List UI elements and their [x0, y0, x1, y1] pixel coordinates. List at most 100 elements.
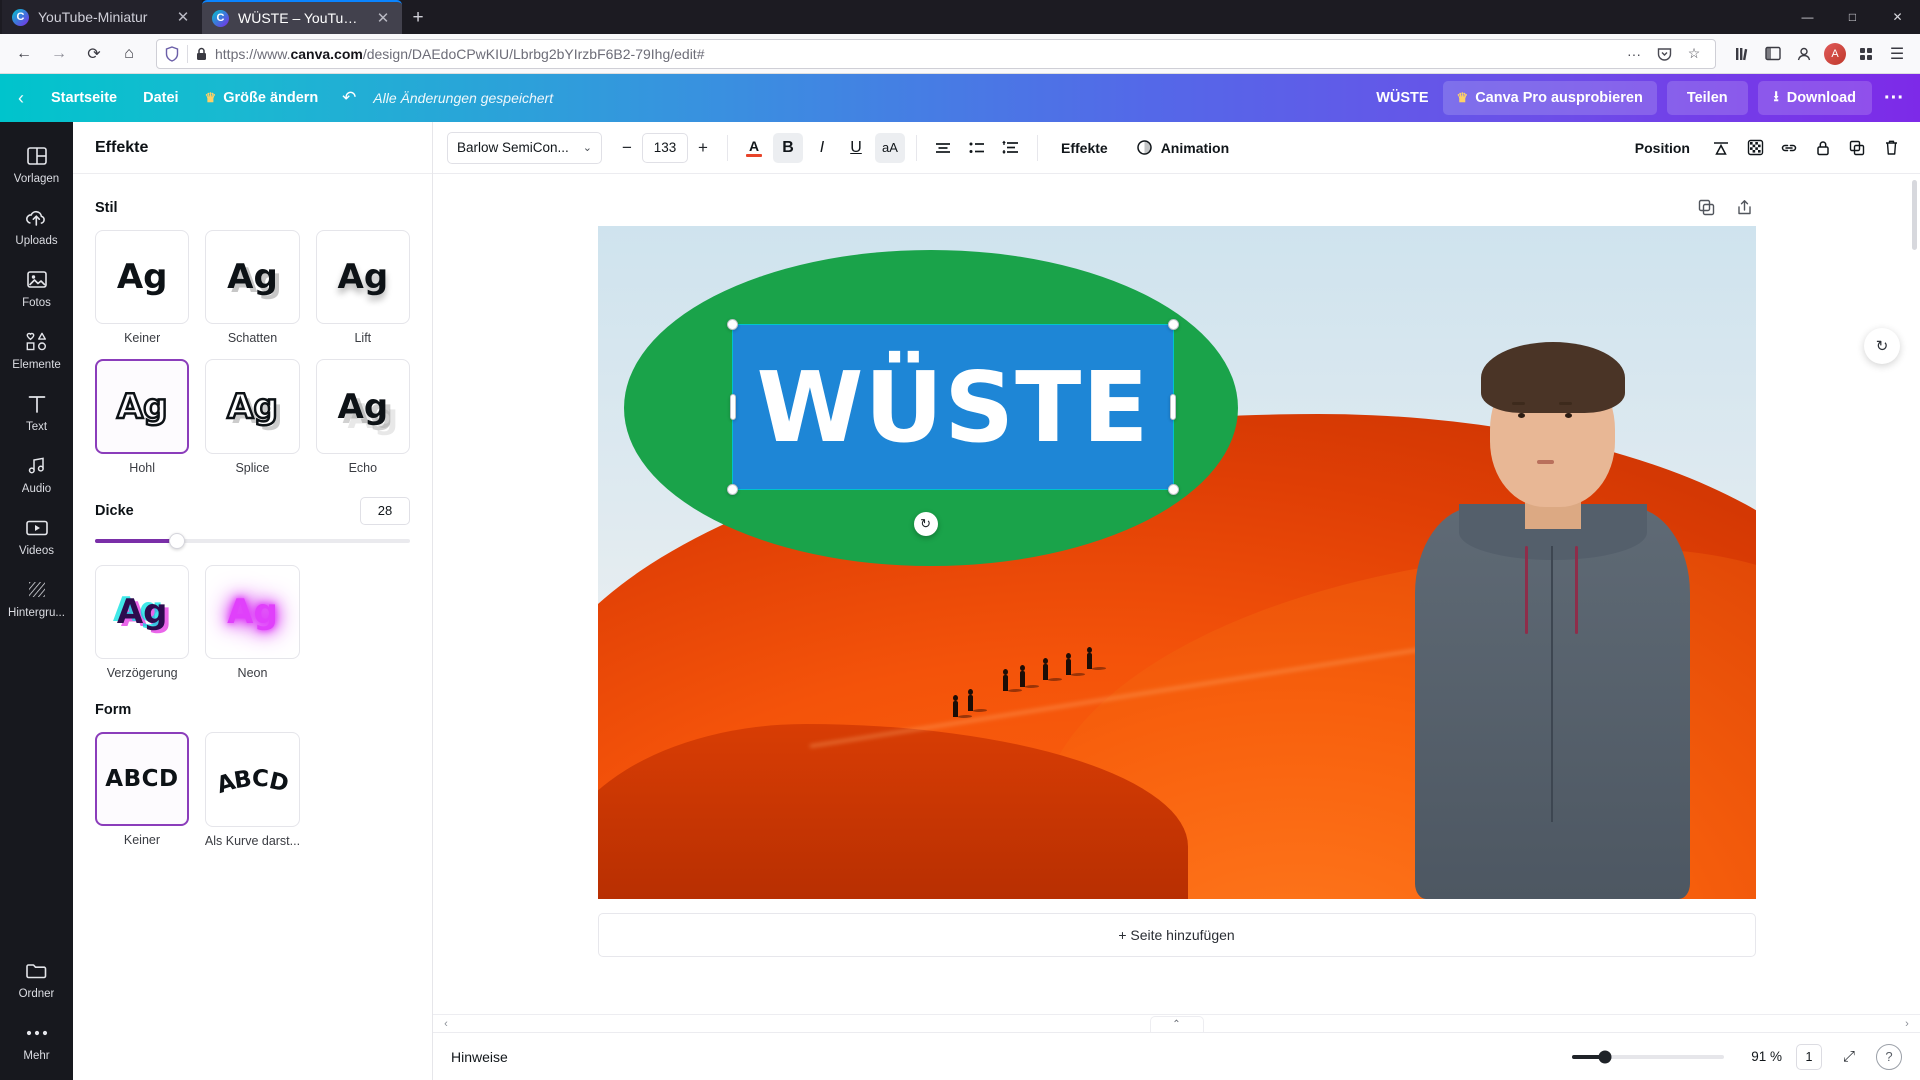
back-icon[interactable]: ←: [8, 38, 40, 70]
letter-case-button[interactable]: aA: [875, 132, 905, 163]
minimize-button[interactable]: —: [1785, 0, 1830, 34]
style-tile-schatten[interactable]: Ag Schatten: [205, 230, 300, 345]
shape-preview[interactable]: ABCD: [204, 732, 301, 828]
style-preview[interactable]: Ag: [95, 230, 190, 325]
canva-pro-button[interactable]: ♛ Canva Pro ausprobieren: [1442, 81, 1657, 115]
design-page[interactable]: WÜSTE ↻: [597, 226, 1756, 899]
underline-button[interactable]: U: [841, 133, 871, 163]
scroll-right-icon[interactable]: ›: [1900, 1018, 1914, 1030]
thickness-slider-knob[interactable]: [168, 532, 185, 549]
lock-icon[interactable]: [1808, 133, 1838, 163]
thickness-value[interactable]: 28: [360, 496, 410, 525]
tab-close-icon[interactable]: ✕: [174, 8, 192, 26]
trash-icon[interactable]: [1876, 133, 1906, 163]
header-file-button[interactable]: Datei: [130, 81, 191, 115]
close-window-button[interactable]: ✕: [1875, 0, 1920, 34]
sidebar-item-fotos[interactable]: Fotos: [0, 256, 73, 318]
style-tile-hohl[interactable]: Ag Hohl: [95, 359, 190, 475]
design-text[interactable]: WÜSTE: [756, 358, 1149, 455]
sidebar-item-elemente[interactable]: Elemente: [0, 318, 73, 380]
style-tile-keiner[interactable]: Ag Keiner: [95, 230, 190, 345]
lock-icon[interactable]: [196, 47, 207, 61]
text-color-icon[interactable]: A: [739, 133, 769, 163]
sidebar-item-hintergrund[interactable]: Hintergru...: [0, 566, 73, 628]
document-name[interactable]: WÜSTE: [1362, 90, 1442, 106]
text-element-box[interactable]: WÜSTE: [731, 323, 1175, 491]
shield-icon[interactable]: [165, 45, 179, 62]
position-button[interactable]: Position: [1623, 140, 1702, 156]
url-text[interactable]: https://www.canva.com/design/DAEdoCPwKIU…: [215, 46, 1613, 62]
forward-icon[interactable]: →: [43, 38, 75, 70]
browser-tab-0[interactable]: C YouTube-Miniatur ✕: [2, 0, 202, 34]
duplicate-icon[interactable]: [1842, 133, 1872, 163]
home-icon[interactable]: ⌂: [113, 38, 145, 70]
page-share-icon[interactable]: [1734, 196, 1756, 218]
style-preview[interactable]: Ag: [205, 564, 300, 660]
sidebar-item-videos[interactable]: Videos: [0, 504, 73, 566]
thickness-slider[interactable]: [95, 532, 410, 549]
scroll-left-icon[interactable]: ‹: [439, 1018, 453, 1030]
fullscreen-icon[interactable]: ⤢: [1836, 1044, 1862, 1070]
header-more-button[interactable]: ···: [1876, 81, 1912, 115]
link-icon[interactable]: [1774, 133, 1804, 163]
style-preview[interactable]: Ag: [95, 359, 190, 454]
person-photo[interactable]: [1397, 341, 1710, 899]
style-tile-lift[interactable]: Ag Lift: [315, 230, 410, 345]
animation-button[interactable]: Animation: [1124, 133, 1241, 163]
list-icon[interactable]: [962, 133, 992, 163]
sidebar-icon[interactable]: [1758, 38, 1788, 70]
download-button[interactable]: ⭳ Download: [1757, 81, 1872, 115]
notes-button[interactable]: Hinweise: [451, 1049, 508, 1065]
zoom-slider-knob[interactable]: [1598, 1050, 1612, 1063]
pocket-icon[interactable]: [1651, 41, 1677, 67]
share-button[interactable]: Teilen: [1666, 81, 1748, 115]
browser-tab-1[interactable]: C WÜSTE – YouTube-Miniatur ✕: [202, 0, 402, 34]
canvas-scrollbar[interactable]: [1912, 180, 1917, 250]
font-family-select[interactable]: Barlow SemiCon... ⌄: [447, 131, 602, 164]
reload-icon[interactable]: ⟳: [78, 38, 110, 70]
maximize-button[interactable]: □: [1830, 0, 1875, 34]
pattern-icon[interactable]: [1740, 133, 1770, 163]
transparency-icon[interactable]: [1706, 133, 1736, 163]
collapse-panel-caret[interactable]: ⌃: [1149, 1015, 1204, 1032]
add-page-button[interactable]: + Seite hinzufügen: [597, 913, 1756, 957]
sidebar-item-uploads[interactable]: Uploads: [0, 194, 73, 256]
header-back-icon[interactable]: ‹: [4, 81, 38, 115]
extensions-icon[interactable]: [1851, 38, 1881, 70]
page-duplicate-icon[interactable]: [1696, 196, 1718, 218]
tab-close-icon[interactable]: ✕: [374, 9, 392, 27]
style-preview[interactable]: Ag: [205, 359, 300, 454]
style-tile-neon[interactable]: Ag Neon: [205, 564, 300, 680]
account-icon[interactable]: [1789, 38, 1819, 70]
bold-button[interactable]: B: [773, 132, 803, 163]
undo-icon[interactable]: ↶: [331, 81, 367, 115]
font-size-decrease[interactable]: −: [614, 133, 640, 163]
effects-button[interactable]: Effekte: [1049, 133, 1120, 163]
shape-tile-kurve[interactable]: ABCD Als Kurve darst...: [204, 732, 301, 848]
style-tile-verzoegerung[interactable]: Ag Verzögerung: [95, 564, 190, 680]
font-size-increase[interactable]: +: [690, 133, 716, 163]
library-icon[interactable]: [1727, 38, 1757, 70]
bookmark-star-icon[interactable]: ☆: [1681, 41, 1707, 67]
canvas-area[interactable]: ↻ WÜSTE ↻ + Seite hinzufügen: [433, 174, 1920, 1014]
page-actions-icon[interactable]: ···: [1621, 41, 1647, 67]
style-tile-echo[interactable]: Ag Echo: [315, 359, 410, 475]
zoom-slider[interactable]: [1572, 1050, 1724, 1063]
style-preview[interactable]: Ag: [95, 564, 190, 660]
sidebar-item-vorlagen[interactable]: Vorlagen: [0, 132, 73, 194]
help-icon[interactable]: ?: [1876, 1043, 1902, 1070]
sidebar-item-text[interactable]: Text: [0, 380, 73, 442]
url-bar[interactable]: https://www.canva.com/design/DAEdoCPwKIU…: [156, 38, 1716, 69]
page-count-box[interactable]: 1: [1796, 1043, 1822, 1070]
style-preview[interactable]: Ag: [315, 230, 410, 325]
style-preview[interactable]: Ag: [205, 230, 300, 325]
style-preview[interactable]: Ag: [315, 359, 410, 454]
canvas-refresh-button[interactable]: ↻: [1864, 328, 1900, 364]
font-size-input[interactable]: 133: [642, 132, 688, 163]
new-tab-button[interactable]: +: [402, 2, 434, 34]
sidebar-item-audio[interactable]: Audio: [0, 442, 73, 504]
shape-preview[interactable]: ABCD: [95, 732, 189, 826]
browser-menu-icon[interactable]: ☰: [1882, 38, 1912, 70]
header-home-button[interactable]: Startseite: [38, 81, 130, 115]
header-resize-button[interactable]: ♛ Größe ändern: [192, 81, 332, 115]
